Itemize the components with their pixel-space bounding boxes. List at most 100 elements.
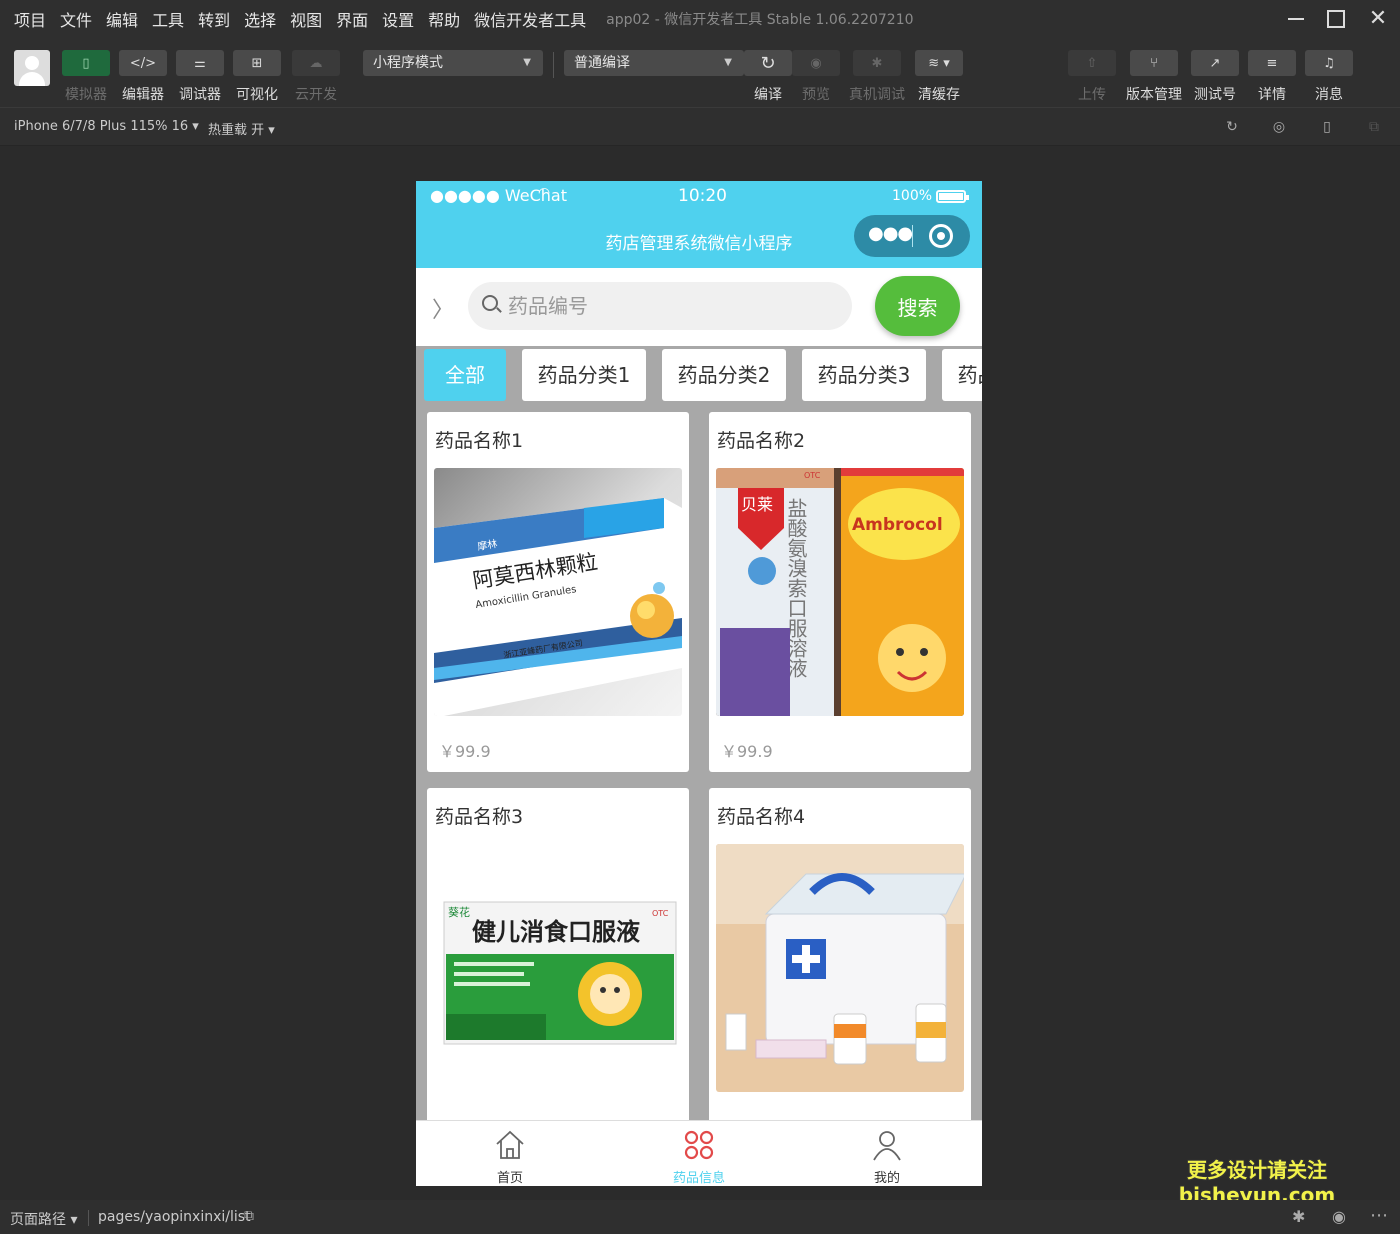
- minimize-button[interactable]: [1276, 0, 1316, 38]
- details-button[interactable]: ≡: [1248, 50, 1296, 76]
- product-card[interactable]: 药品名称3 葵花 健儿消食口服液 OTC: [427, 788, 689, 1148]
- preview-button[interactable]: ◉: [792, 50, 840, 76]
- visual-button[interactable]: ⊞: [233, 50, 281, 76]
- branch-icon: ⑂: [1150, 55, 1158, 71]
- clear-cache-button[interactable]: ≋ ▾: [915, 50, 963, 76]
- bell-icon: ♫: [1323, 55, 1335, 71]
- product-price: ￥99.9: [721, 742, 773, 761]
- product-card[interactable]: 药品名称1 阿莫西林颗粒 Amoxicillin Granules 摩林 浙江亚…: [427, 412, 689, 772]
- preview-label: 预览: [802, 87, 830, 103]
- menu-settings[interactable]: 设置: [382, 7, 414, 31]
- product-name: 药品名称3: [435, 806, 524, 828]
- tabbar-home[interactable]: 首页: [416, 1121, 604, 1186]
- copy-icon[interactable]: ⧉: [244, 1208, 254, 1224]
- menu-edit[interactable]: 编辑: [106, 7, 138, 31]
- tab-category-1[interactable]: 药品分类1: [522, 349, 646, 401]
- nav-bar: 药店管理系统微信小程序 ●●●: [416, 211, 982, 268]
- menu-tools[interactable]: 工具: [152, 7, 184, 31]
- close-window-button[interactable]: ✕: [1358, 0, 1398, 38]
- bug-icon[interactable]: ✱: [1292, 1207, 1305, 1226]
- debugger-label: 调试器: [179, 87, 221, 103]
- user-icon: [873, 1131, 901, 1161]
- watermark-line1: 更多设计请关注: [1187, 1158, 1327, 1182]
- product-card[interactable]: 药品名称4 ￥9: [709, 788, 971, 1148]
- upload-button[interactable]: ⇧: [1068, 50, 1116, 76]
- battery-percent: 100%: [892, 188, 933, 204]
- category-tabs: 全部 药品分类1 药品分类2 药品分类3 药品分类4: [416, 346, 982, 406]
- hot-reload-toggle[interactable]: 热重载 开 ▾: [208, 119, 275, 138]
- tab-category-4[interactable]: 药品分类4: [942, 349, 982, 401]
- tabbar-mine[interactable]: 我的: [793, 1121, 981, 1186]
- tabbar-home-label: 首页: [496, 1171, 523, 1186]
- mode-select-value: 小程序模式: [373, 55, 443, 71]
- menu-interface[interactable]: 界面: [336, 7, 368, 31]
- menu-help[interactable]: 帮助: [428, 7, 460, 31]
- wifi-icon: ◠: [538, 185, 551, 201]
- maximize-button[interactable]: [1316, 0, 1356, 38]
- more-icon[interactable]: ⋯: [1370, 1205, 1388, 1226]
- product-card[interactable]: 药品名称2 贝莱 盐酸氨溴索口服溶液 Ambrocol OTC ￥99.9: [709, 412, 971, 772]
- details-label: 详情: [1258, 87, 1286, 103]
- divider: [553, 52, 554, 78]
- record-icon[interactable]: ◎: [1271, 119, 1287, 135]
- cloud-icon: ☁: [309, 55, 323, 71]
- product-image: [716, 844, 964, 1092]
- chevron-right-icon[interactable]: 〉: [432, 292, 454, 324]
- menu-file[interactable]: 文件: [60, 7, 92, 31]
- tabbar-medicine[interactable]: 药品信息: [605, 1121, 793, 1186]
- compile-select[interactable]: 普通编译 ▼: [564, 50, 744, 76]
- tabbar-mine-label: 我的: [873, 1171, 900, 1186]
- capsule-menu[interactable]: ●●●: [854, 215, 970, 257]
- tab-all[interactable]: 全部: [424, 349, 506, 401]
- tab-category-3[interactable]: 药品分类3: [802, 349, 926, 401]
- caret-down-icon: ▼: [523, 57, 531, 68]
- product-grid: 药品名称1 阿莫西林颗粒 Amoxicillin Granules 摩林 浙江亚…: [416, 406, 982, 1148]
- menu-goto[interactable]: 转到: [198, 7, 230, 31]
- home-icon: [496, 1130, 524, 1159]
- cloud-label: 云开发: [295, 87, 337, 103]
- version-button[interactable]: ⑂: [1130, 50, 1178, 76]
- debugger-button[interactable]: ⚌: [176, 50, 224, 76]
- menu-lines-icon: ≡: [1266, 55, 1278, 71]
- svg-text:贝莱: 贝莱: [741, 495, 773, 514]
- real-debug-button[interactable]: ✱: [853, 50, 901, 76]
- compile-button[interactable]: ↻: [744, 50, 792, 76]
- simulator-button[interactable]: ▯: [62, 50, 110, 76]
- tab-category-2[interactable]: 药品分类2: [662, 349, 786, 401]
- close-capsule-icon[interactable]: [929, 224, 953, 248]
- phone-icon: ▯: [82, 55, 90, 71]
- tab-bar: 首页 药品信息 我的: [416, 1120, 982, 1186]
- search-input[interactable]: [508, 282, 838, 330]
- page-path-select[interactable]: 页面路径 ▾: [10, 1209, 77, 1229]
- menu-project[interactable]: 项目: [14, 7, 46, 31]
- messages-label: 消息: [1315, 87, 1343, 103]
- more-icon[interactable]: ●●●: [868, 223, 913, 244]
- phone-status-bar: ●●●●● WeChat ◠ 10:20 100%: [416, 181, 982, 211]
- layout-icon: ⊞: [251, 55, 263, 71]
- messages-button[interactable]: ♫: [1305, 50, 1353, 76]
- test-account-button[interactable]: ↗: [1191, 50, 1239, 76]
- search-button[interactable]: 搜索: [875, 276, 960, 336]
- product-image: 葵花 健儿消食口服液 OTC: [434, 844, 682, 1092]
- device-select[interactable]: iPhone 6/7/8 Plus 115% 16 ▾: [14, 119, 199, 134]
- close-icon: ✕: [1368, 6, 1388, 31]
- device-icon[interactable]: ▯: [1319, 119, 1335, 135]
- rotate-icon[interactable]: ↻: [1224, 119, 1240, 135]
- svg-text:OTC: OTC: [652, 909, 669, 918]
- phone-simulator: ●●●●● WeChat ◠ 10:20 100% 药店管理系统微信小程序 ●●…: [416, 181, 982, 1186]
- detach-icon[interactable]: ⧉: [1366, 119, 1382, 135]
- tabbar-medicine-label: 药品信息: [672, 1171, 725, 1186]
- mode-select[interactable]: 小程序模式 ▼: [363, 50, 543, 76]
- page-path: pages/yaopinxinxi/list: [98, 1209, 251, 1225]
- layers-icon: ≋ ▾: [928, 55, 950, 71]
- editor-label: 编辑器: [122, 87, 164, 103]
- eye-icon[interactable]: ◉: [1332, 1207, 1346, 1226]
- product-name: 药品名称4: [717, 806, 806, 828]
- menu-select[interactable]: 选择: [244, 7, 276, 31]
- avatar[interactable]: [14, 50, 50, 86]
- editor-button[interactable]: </>: [119, 50, 167, 76]
- cloud-button[interactable]: ☁: [292, 50, 340, 76]
- menu-wechat-devtools[interactable]: 微信开发者工具: [474, 7, 586, 31]
- real-debug-label: 真机调试: [849, 87, 905, 103]
- menu-view[interactable]: 视图: [290, 7, 322, 31]
